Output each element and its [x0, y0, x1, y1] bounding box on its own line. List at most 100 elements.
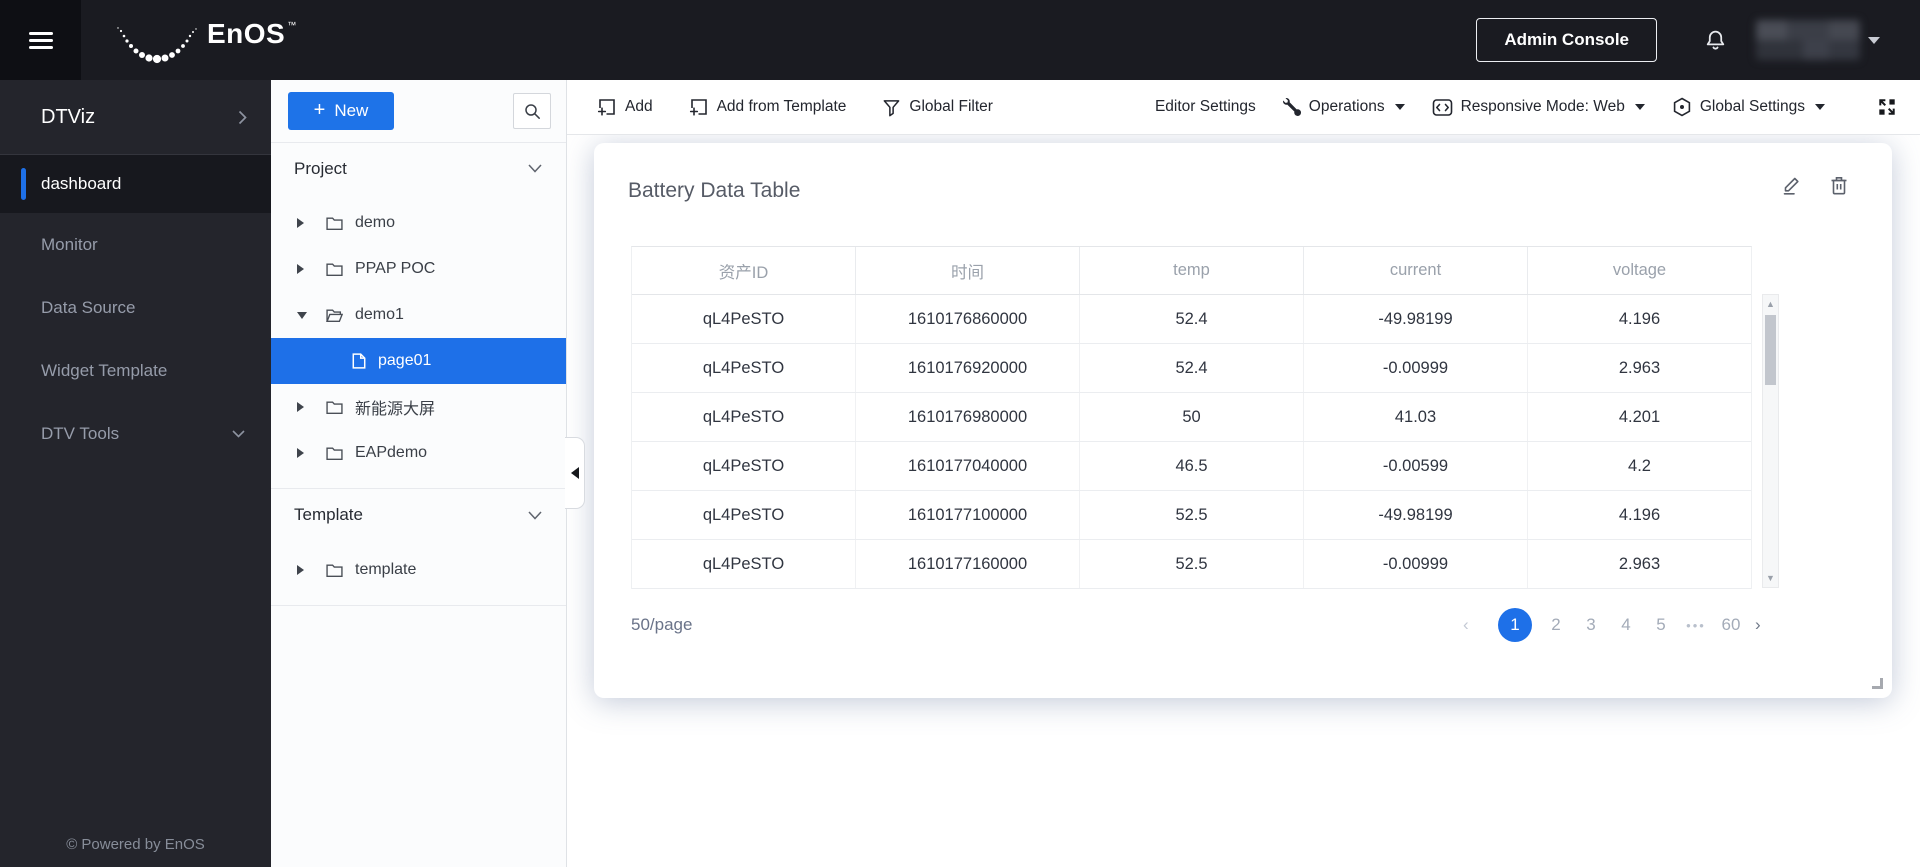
cell-current: -0.00599 — [1304, 442, 1528, 490]
tree-item-eapdemo[interactable]: EAPdemo — [271, 430, 566, 476]
sidebar-item-label: Data Source — [41, 297, 136, 317]
scroll-up-icon[interactable]: ▲ — [1763, 297, 1778, 311]
admin-console-button[interactable]: Admin Console — [1476, 18, 1657, 62]
battery-data-table-widget[interactable]: Battery Data Table 资产ID 时间 temp current … — [594, 143, 1892, 698]
chevron-right-icon — [238, 110, 247, 124]
sidebar-item-dtv-tools[interactable]: DTV Tools — [0, 402, 271, 465]
scrollbar-thumb[interactable] — [1765, 315, 1776, 385]
column-header-current[interactable]: current — [1304, 247, 1528, 294]
page-button-2[interactable]: 2 — [1545, 615, 1567, 635]
sidebar-item-label: Widget Template — [41, 360, 168, 380]
project-explorer: + New Project demo PPAP POC demo1 page01… — [271, 80, 567, 867]
tree-item-page01-selected[interactable]: page01 — [271, 338, 566, 384]
sidebar-nav: dashboard Monitor Data Source Widget Tem… — [0, 155, 271, 465]
filter-funnel-icon — [884, 99, 900, 116]
expander-collapsed-icon[interactable] — [297, 218, 307, 228]
sidebar-item-dashboard[interactable]: dashboard — [0, 155, 271, 213]
table-row[interactable]: qL4PeSTO 1610176860000 52.4 -49.98199 4.… — [632, 295, 1751, 344]
sidebar-item-monitor[interactable]: Monitor — [0, 213, 271, 276]
sidebar-app-header[interactable]: DTViz — [0, 80, 271, 155]
folder-icon — [326, 400, 343, 415]
page-button-1-current[interactable]: 1 — [1498, 608, 1532, 642]
sidebar-item-label: dashboard — [41, 174, 122, 193]
add-widget-icon — [597, 99, 615, 116]
topbar: EnOS ™ Admin Console — [0, 0, 1920, 80]
fullscreen-expand-icon[interactable] — [1876, 96, 1898, 118]
brand-text: EnOS — [207, 18, 286, 49]
column-header-voltage[interactable]: voltage — [1528, 247, 1751, 294]
tree-item-template[interactable]: template — [271, 547, 566, 593]
notification-bell-icon[interactable] — [1703, 28, 1728, 53]
table-row[interactable]: qL4PeSTO 1610176980000 50 41.03 4.201 — [632, 393, 1751, 442]
delete-widget-button[interactable] — [1829, 174, 1849, 196]
add-label: Add — [625, 98, 653, 115]
global-settings-dropdown[interactable]: Global Settings — [1672, 97, 1825, 117]
cell-temp: 52.5 — [1080, 491, 1304, 539]
page-button-3[interactable]: 3 — [1580, 615, 1602, 635]
sidebar-item-data-source[interactable]: Data Source — [0, 276, 271, 339]
cell-voltage: 4.2 — [1628, 456, 1651, 475]
tree-item-demo1[interactable]: demo1 — [271, 292, 566, 338]
pages-ellipsis[interactable]: ••• — [1685, 618, 1707, 633]
tree-item-label: demo — [355, 214, 396, 231]
table-scrollbar[interactable]: ▲ ▼ — [1762, 294, 1779, 588]
data-table: 资产ID 时间 temp current voltage qL4PeSTO 16… — [631, 246, 1752, 589]
cell-voltage: 2.963 — [1618, 358, 1661, 377]
add-button[interactable]: Add — [597, 97, 653, 117]
cell-time: 1610177040000 — [856, 442, 1080, 490]
operations-dropdown[interactable]: Operations — [1282, 98, 1405, 116]
cell-asset-id: qL4PeSTO — [632, 491, 856, 539]
scroll-down-icon[interactable]: ▼ — [1763, 571, 1778, 585]
new-button[interactable]: + New — [288, 92, 394, 130]
new-button-label: New — [334, 101, 369, 120]
search-button[interactable] — [513, 93, 551, 129]
operations-label: Operations — [1308, 98, 1385, 115]
widget-resize-handle[interactable] — [1872, 678, 1883, 689]
tree-item-ppap-poc[interactable]: PPAP POC — [271, 246, 566, 292]
expander-expanded-icon[interactable] — [297, 311, 307, 319]
cell-temp: 50 — [1080, 393, 1304, 441]
expander-collapsed-icon[interactable] — [297, 448, 307, 458]
sidebar: DTViz dashboard Monitor Data Source Widg… — [0, 80, 271, 867]
page-icon — [352, 353, 366, 369]
expander-collapsed-icon[interactable] — [297, 565, 307, 575]
hamburger-menu-button[interactable] — [0, 0, 81, 80]
column-header-temp[interactable]: temp — [1080, 247, 1304, 294]
page-button-5[interactable]: 5 — [1650, 615, 1672, 635]
cell-current: -0.00999 — [1304, 540, 1528, 588]
column-header-time[interactable]: 时间 — [856, 247, 1080, 294]
table-row[interactable]: qL4PeSTO 1610177100000 52.5 -49.98199 4.… — [632, 491, 1751, 540]
tree-item-label: 新能源大屏 — [355, 401, 436, 418]
column-header-asset-id[interactable]: 资产ID — [632, 247, 856, 294]
toolbar-right-group: Editor Settings Operations Responsive Mo… — [1155, 96, 1898, 118]
edit-widget-button[interactable] — [1781, 174, 1802, 196]
user-menu[interactable] — [1756, 20, 1880, 60]
panel-collapse-handle[interactable] — [565, 437, 585, 509]
table-row[interactable]: qL4PeSTO 1610176920000 52.4 -0.00999 2.9… — [632, 344, 1751, 393]
editor-settings-button[interactable]: Editor Settings — [1155, 98, 1256, 116]
add-from-template-button[interactable]: Add from Template — [689, 97, 846, 117]
section-header-project[interactable]: Project — [271, 142, 566, 194]
prev-page-button[interactable]: ‹ — [1463, 615, 1485, 635]
folder-icon — [326, 216, 343, 231]
responsive-mode-dropdown[interactable]: Responsive Mode: Web — [1432, 98, 1645, 117]
section-header-template[interactable]: Template — [271, 489, 566, 541]
dashboard-canvas: Battery Data Table 资产ID 时间 temp current … — [567, 135, 1920, 867]
tree-item-demo[interactable]: demo — [271, 200, 566, 246]
next-page-button[interactable]: › — [1755, 615, 1777, 635]
table-row[interactable]: qL4PeSTO 1610177040000 46.5 -0.00599 4.2 — [632, 442, 1751, 491]
cell-time: 1610176920000 — [856, 344, 1080, 392]
widget-title: Battery Data Table — [628, 179, 801, 202]
sidebar-item-widget-template[interactable]: Widget Template — [0, 339, 271, 402]
editor-toolbar: Add Add from Template Global Filter Edit… — [567, 80, 1920, 135]
page-button-60[interactable]: 60 — [1720, 615, 1742, 635]
toolbar-left-group: Add Add from Template Global Filter — [597, 97, 993, 117]
tree-item-xinnengyuan[interactable]: 新能源大屏 — [271, 384, 566, 430]
plus-icon: + — [313, 98, 326, 121]
page-button-4[interactable]: 4 — [1615, 615, 1637, 635]
add-widget-icon — [689, 99, 707, 116]
global-filter-button[interactable]: Global Filter — [882, 98, 993, 117]
table-row[interactable]: qL4PeSTO 1610177160000 52.5 -0.00999 2.9… — [632, 540, 1751, 589]
expander-collapsed-icon[interactable] — [297, 264, 307, 274]
expander-collapsed-icon[interactable] — [297, 402, 307, 412]
